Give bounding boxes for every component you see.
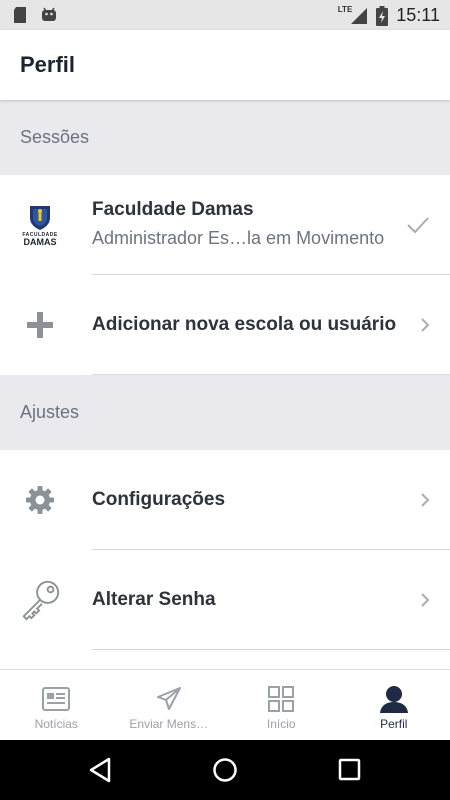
- divider: [92, 374, 450, 375]
- section-header-settings: Ajustes: [0, 375, 450, 450]
- tab-label: Enviar Mens…: [129, 717, 209, 731]
- alterar-senha-label: Alterar Senha: [92, 589, 216, 610]
- configuracoes-label: Configurações: [92, 489, 226, 510]
- profile-content[interactable]: Sessões FACULDADE DAMAS Faculdade Damas …: [0, 100, 450, 669]
- profile-icon: [379, 684, 409, 714]
- send-icon: [156, 684, 182, 714]
- gear-icon: [18, 478, 62, 522]
- check-icon: [407, 217, 429, 234]
- battery-icon: [376, 5, 389, 26]
- settings-item-configuracoes[interactable]: Configurações: [0, 450, 450, 550]
- logo-text-2: DAMAS: [23, 236, 57, 247]
- recents-icon[interactable]: [338, 757, 362, 783]
- tab-label: Início: [266, 717, 296, 731]
- session-item-faculdade-damas[interactable]: FACULDADE DAMAS Faculdade Damas Administ…: [0, 175, 450, 275]
- tab-inicio[interactable]: Início: [225, 670, 338, 741]
- chevron-right-icon: [421, 493, 430, 507]
- signal-icon: [351, 7, 368, 24]
- back-icon[interactable]: [88, 757, 112, 783]
- grid-icon: [268, 684, 295, 714]
- chevron-right-icon: [421, 318, 430, 332]
- status-bar: LTE 15:11: [0, 0, 450, 30]
- tab-label: Notícias: [34, 717, 78, 731]
- session-subtitle: Administrador Es…la em Movimento: [92, 228, 385, 248]
- settings-item-alterar-senha[interactable]: Alterar Senha: [0, 550, 450, 650]
- faculdade-damas-logo: FACULDADE DAMAS: [18, 203, 62, 247]
- tab-perfil[interactable]: Perfil: [338, 670, 450, 741]
- home-icon[interactable]: [212, 757, 238, 783]
- plus-icon: [18, 303, 62, 347]
- tab-label: Perfil: [380, 717, 408, 731]
- settings-item-partial[interactable]: [0, 650, 450, 669]
- add-school-label: Adicionar nova escola ou usuário: [92, 314, 397, 335]
- system-nav-bar: [0, 740, 450, 800]
- status-time: 15:11: [396, 5, 440, 25]
- network-label: LTE: [337, 5, 353, 14]
- section-header-sessions: Sessões: [0, 100, 450, 175]
- android-icon: [42, 7, 56, 21]
- key-icon: [18, 578, 62, 622]
- page-title: Perfil: [20, 52, 76, 77]
- add-school-or-user-button[interactable]: Adicionar nova escola ou usuário: [0, 275, 450, 375]
- tab-enviar-mensagem[interactable]: Enviar Mens…: [113, 670, 226, 741]
- sd-card-icon: [14, 7, 26, 23]
- bottom-nav: Notícias Enviar Mens… Início Perfil: [0, 669, 450, 741]
- chevron-right-icon: [421, 593, 430, 607]
- app-bar: Perfil: [0, 30, 450, 100]
- news-icon: [42, 684, 71, 714]
- session-title: Faculdade Damas: [92, 199, 254, 220]
- tab-noticias[interactable]: Notícias: [0, 670, 113, 741]
